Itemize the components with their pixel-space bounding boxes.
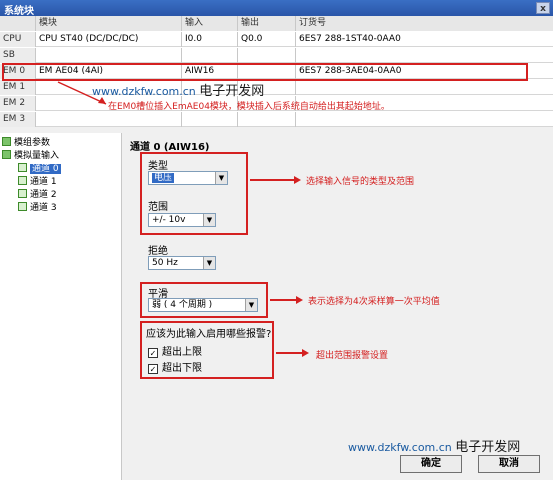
smoothing-select[interactable]: 弱 ( 4 个周期 ) ▼ — [148, 298, 258, 312]
header-module: 模块 — [36, 16, 182, 31]
range-label: 范围 — [148, 202, 168, 213]
tree-item-analog-input[interactable]: 模拟量输入 — [2, 150, 59, 162]
chevron-down-icon[interactable]: ▼ — [215, 172, 227, 184]
type-select-value: 电压 — [152, 173, 175, 183]
input-cell[interactable]: I0.0 — [182, 32, 238, 47]
chevron-down-icon[interactable]: ▼ — [245, 299, 257, 311]
output-cell[interactable] — [238, 112, 296, 127]
order-cell[interactable] — [296, 48, 553, 63]
range-select-value: +/- 10v — [152, 215, 186, 225]
range-select[interactable]: +/- 10v ▼ — [148, 213, 216, 227]
type-label: 类型 — [148, 161, 168, 172]
tree-item-channel-3[interactable]: 通道 3 — [18, 202, 57, 214]
check-icon[interactable]: ✓ — [148, 364, 158, 374]
header-input: 输入 — [182, 16, 238, 31]
window-title: 系统块 — [4, 6, 34, 17]
channel-icon — [18, 163, 27, 172]
upper-limit-checkbox[interactable]: ✓ 超出上限 — [148, 343, 202, 358]
em0-highlight-box — [2, 63, 528, 81]
folder-icon — [2, 150, 11, 159]
type-arrow-line — [250, 179, 294, 181]
output-cell[interactable] — [238, 48, 296, 63]
order-cell[interactable] — [296, 112, 553, 127]
chevron-down-icon[interactable]: ▼ — [203, 257, 215, 269]
folder-icon — [2, 137, 11, 146]
channel-icon — [18, 189, 27, 198]
table-row[interactable]: SB — [0, 48, 553, 63]
type-range-annotation: 选择输入信号的类型及范围 — [306, 177, 415, 187]
order-cell[interactable]: 6ES7 288-1ST40-0AA0 — [296, 32, 553, 47]
lower-limit-checkbox[interactable]: ✓ 超出下限 — [148, 359, 202, 374]
chevron-down-icon[interactable]: ▼ — [203, 214, 215, 226]
smoothing-select-value: 弱 ( 4 个周期 ) — [152, 300, 213, 310]
channel-icon — [18, 176, 27, 185]
slot-label: EM 2 — [0, 96, 36, 111]
smooth-arrow-head — [296, 296, 303, 304]
tree-item-label: 模组参数 — [14, 138, 51, 148]
header-order: 订货号 — [296, 16, 553, 31]
check-icon[interactable]: ✓ — [148, 348, 158, 358]
slot-label: EM 3 — [0, 112, 36, 127]
table-row[interactable]: CPU CPU ST40 (DC/DC/DC) I0.0 Q0.0 6ES7 2… — [0, 32, 553, 47]
close-button[interactable]: x — [536, 2, 550, 14]
module-cell[interactable] — [36, 112, 182, 127]
reject-select[interactable]: 50 Hz ▼ — [148, 256, 216, 270]
table-row[interactable]: EM 1 — [0, 80, 553, 95]
parameter-tree: 模组参数 模拟量输入 通道 0 通道 1 通道 2 通道 3 — [0, 133, 122, 480]
header-output: 输出 — [238, 16, 296, 31]
watermark-name: 电子开发网 — [199, 84, 265, 99]
slot-label: CPU — [0, 32, 36, 47]
tree-item-label: 通道 1 — [30, 177, 57, 187]
tree-item-label: 模拟量输入 — [14, 151, 60, 161]
tree-item-label: 通道 3 — [30, 203, 57, 213]
header-slot — [0, 16, 36, 31]
order-cell[interactable] — [296, 80, 553, 95]
slot-label: SB — [0, 48, 36, 63]
reject-select-value: 50 Hz — [152, 258, 178, 268]
alarm-question: 应该为此输入启用哪些报警? — [146, 329, 272, 340]
watermark-name: 电子开发网 — [455, 440, 521, 455]
tree-item-channel-0[interactable]: 通道 0 — [18, 163, 61, 175]
table-row[interactable]: EM 3 — [0, 112, 553, 127]
channel-icon — [18, 202, 27, 211]
tree-item-label: 通道 2 — [30, 190, 57, 200]
tree-item-label: 通道 0 — [30, 164, 61, 174]
channel-title: 通道 0 (AIW16) — [130, 142, 210, 153]
watermark-url: www.dzkfw.com.cn — [92, 85, 196, 98]
title-bar: 系统块 x — [0, 0, 553, 17]
ok-button[interactable]: 确定 — [400, 455, 462, 473]
cancel-button[interactable]: 取消 — [478, 455, 540, 473]
input-cell[interactable] — [182, 48, 238, 63]
reject-label: 拒绝 — [148, 246, 168, 257]
output-cell[interactable]: Q0.0 — [238, 32, 296, 47]
slot-label: EM 1 — [0, 80, 36, 95]
tree-item-channel-1[interactable]: 通道 1 — [18, 176, 57, 188]
em0-annotation: 在EM0槽位插入EmAE04模块，模块插入后系统自动给出其起始地址。 — [108, 102, 390, 112]
upper-limit-label: 超出上限 — [162, 347, 202, 358]
type-select[interactable]: 电压 ▼ — [148, 171, 228, 185]
module-cell[interactable] — [36, 48, 182, 63]
table-header: 模块 输入 输出 订货号 — [0, 16, 553, 31]
tree-item-channel-2[interactable]: 通道 2 — [18, 189, 57, 201]
alarm-arrow-line — [276, 352, 302, 354]
module-cell[interactable]: CPU ST40 (DC/DC/DC) — [36, 32, 182, 47]
alarm-annotation: 超出范围报警设置 — [316, 351, 389, 361]
watermark-bottom: www.dzkfw.com.cn 电子开发网 — [348, 436, 520, 455]
smoothing-annotation: 表示选择为4次采样算一次平均值 — [308, 297, 440, 307]
type-arrow-head — [294, 176, 301, 184]
watermark-url: www.dzkfw.com.cn — [348, 441, 452, 454]
tree-item-module-params[interactable]: 模组参数 — [2, 137, 50, 149]
alarm-arrow-head — [302, 349, 309, 357]
input-cell[interactable] — [182, 112, 238, 127]
smooth-arrow-line — [270, 299, 296, 301]
lower-limit-label: 超出下限 — [162, 363, 202, 374]
watermark-top: www.dzkfw.com.cn 电子开发网 — [92, 80, 264, 99]
